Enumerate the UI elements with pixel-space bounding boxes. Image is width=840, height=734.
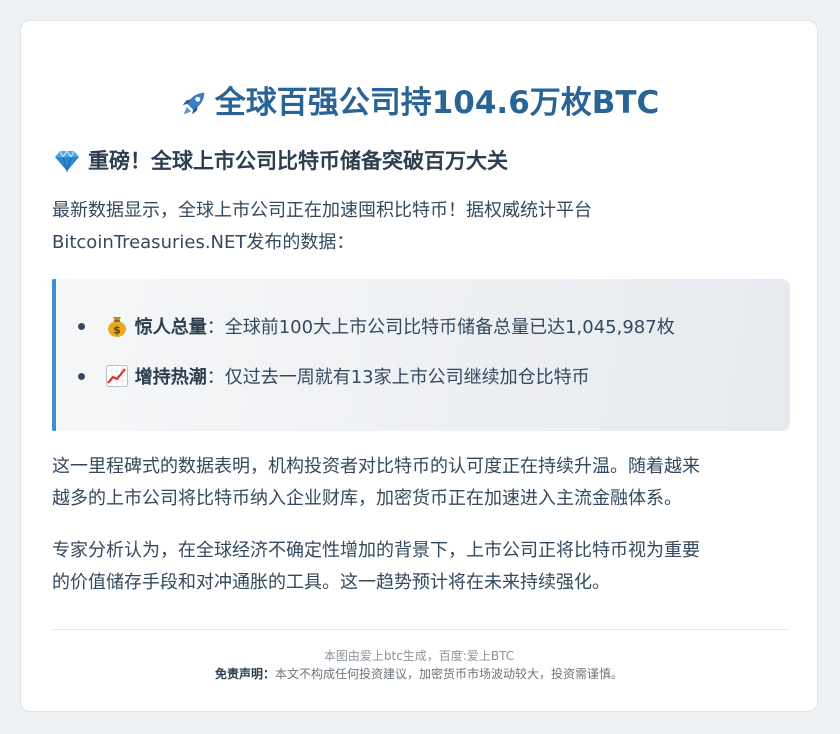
intro-line-2: BitcoinTreasuries.NET发布的数据：	[52, 232, 355, 253]
highlight-item-increase: 增持热潮：仅过去一周就有13家上市公司继续加仓比特币	[78, 364, 590, 391]
highlight-label: 惊人总量	[134, 317, 207, 338]
article-card: 全球百强公司持104.6万枚BTC 重磅！全球上市公司比特币储备突破百万大关 最…	[20, 20, 818, 712]
highlight-separator: ：	[206, 367, 225, 388]
footer-source: 本图由爱上btc生成，百度:爱上BTC	[323, 649, 515, 663]
page-title: 全球百强公司持104.6万枚BTC	[21, 77, 817, 122]
rocket-icon	[182, 92, 205, 115]
title-text: 全球百强公司持104.6万枚BTC	[214, 85, 660, 121]
footer-disclaimer: 免责声明：本文不构成任何投资建议，加密货币市场波动较大，投资需谨慎。	[21, 665, 817, 682]
highlight-item-total: $ 惊人总量：全球前100大上市公司比特币储备总量已达1,045,987枚	[78, 314, 675, 341]
chart-up-icon	[105, 365, 128, 387]
money-bag-icon: $	[107, 317, 126, 337]
subtitle: 重磅！全球上市公司比特币储备突破百万大关	[54, 145, 508, 175]
highlight-separator: ：	[206, 317, 225, 338]
disclaimer-text: 本文不构成任何投资建议，加密货币市场波动较大，投资需谨慎。	[275, 667, 624, 681]
analysis-line-1: 这一里程碑式的数据表明，机构投资者对比特币的认可度正在持续升温。随着越来	[52, 456, 700, 477]
intro-line-1: 最新数据显示，全球上市公司正在加速囤积比特币！据权威统计平台	[52, 200, 592, 221]
highlight-text: 仅过去一周就有13家上市公司继续加仓比特币	[224, 367, 590, 388]
analysis-paragraph: 这一里程碑式的数据表明，机构投资者对比特币的认可度正在持续升温。随着越来 越多的…	[52, 451, 792, 515]
footer-divider	[52, 629, 790, 630]
highlight-text: 全球前100大上市公司比特币储备总量已达1,045,987枚	[224, 317, 675, 338]
expert-line-2: 的价值储存手段和对冲通胀的工具。这一趋势预计将在未来持续强化。	[52, 572, 610, 593]
bullet-dot	[78, 322, 85, 330]
highlight-box: $ 惊人总量：全球前100大上市公司比特币储备总量已达1,045,987枚 增持…	[52, 279, 790, 431]
expert-line-1: 专家分析认为，在全球经济不确定性增加的背景下，上市公司正将比特币视为重要	[52, 540, 700, 561]
analysis-line-2: 越多的上市公司将比特币纳入企业财库，加密货币正在加速进入主流金融体系。	[52, 488, 682, 509]
svg-text:$: $	[113, 324, 121, 337]
disclaimer-label: 免责声明：	[214, 667, 275, 681]
expert-paragraph: 专家分析认为，在全球经济不确定性增加的背景下，上市公司正将比特币视为重要 的价值…	[52, 535, 792, 599]
gem-icon	[55, 149, 79, 173]
bullet-dot	[78, 372, 85, 380]
intro-paragraph: 最新数据显示，全球上市公司正在加速囤积比特币！据权威统计平台 BitcoinTr…	[52, 195, 792, 259]
highlight-label: 增持热潮	[134, 367, 207, 388]
subtitle-text: 重磅！全球上市公司比特币储备突破百万大关	[88, 149, 508, 173]
